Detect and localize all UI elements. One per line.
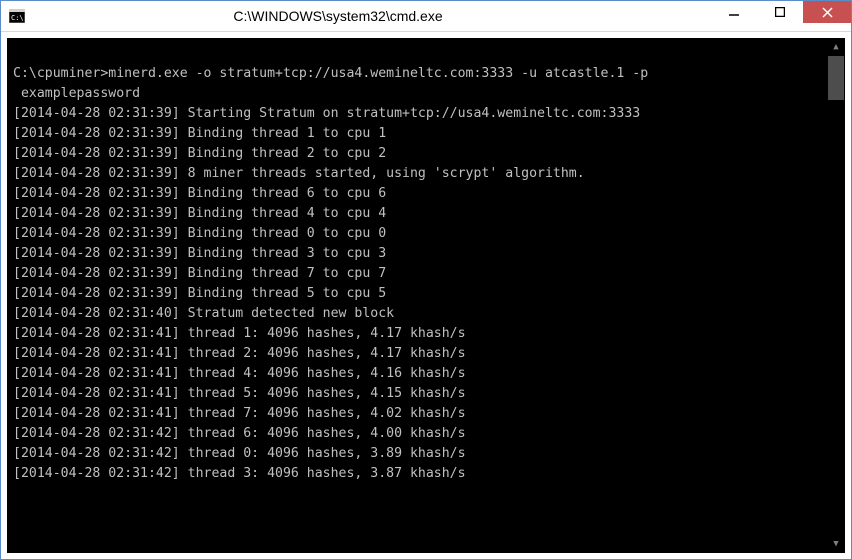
console-line: [2014-04-28 02:31:39] Binding thread 2 t… bbox=[13, 144, 845, 164]
maximize-button[interactable] bbox=[757, 1, 803, 23]
console-line: [2014-04-28 02:31:39] Binding thread 3 t… bbox=[13, 244, 845, 264]
console-line: [2014-04-28 02:31:39] Starting Stratum o… bbox=[13, 104, 845, 124]
window-title: C:\WINDOWS\system32\cmd.exe bbox=[0, 8, 711, 24]
cmd-window: C:\ C:\WINDOWS\system32\cmd.exe C:\cpumi… bbox=[0, 0, 852, 560]
console-line: [2014-04-28 02:31:39] Binding thread 5 t… bbox=[13, 284, 845, 304]
console-line: [2014-04-28 02:31:41] thread 1: 4096 has… bbox=[13, 324, 845, 344]
console-line: [2014-04-28 02:31:39] Binding thread 6 t… bbox=[13, 184, 845, 204]
minimize-button[interactable] bbox=[711, 1, 757, 23]
console-line: C:\cpuminer>minerd.exe -o stratum+tcp://… bbox=[13, 64, 845, 84]
console-line: [2014-04-28 02:31:39] Binding thread 1 t… bbox=[13, 124, 845, 144]
close-button[interactable] bbox=[803, 1, 851, 23]
console-line: [2014-04-28 02:31:39] 8 miner threads st… bbox=[13, 164, 845, 184]
console-line: [2014-04-28 02:31:39] Binding thread 0 t… bbox=[13, 224, 845, 244]
titlebar[interactable]: C:\ C:\WINDOWS\system32\cmd.exe bbox=[1, 1, 851, 32]
scroll-thumb[interactable] bbox=[828, 56, 844, 100]
console-area[interactable]: C:\cpuminer>minerd.exe -o stratum+tcp://… bbox=[1, 32, 851, 559]
console-line: [2014-04-28 02:31:41] thread 5: 4096 has… bbox=[13, 384, 845, 404]
console-line: [2014-04-28 02:31:39] Binding thread 7 t… bbox=[13, 264, 845, 284]
console-line: [2014-04-28 02:31:42] thread 6: 4096 has… bbox=[13, 424, 845, 444]
console-line: [2014-04-28 02:31:41] thread 2: 4096 has… bbox=[13, 344, 845, 364]
window-controls bbox=[711, 1, 851, 31]
console-line: examplepassword bbox=[13, 84, 845, 104]
console-line: [2014-04-28 02:31:40] Stratum detected n… bbox=[13, 304, 845, 324]
console-line: [2014-04-28 02:31:41] thread 4: 4096 has… bbox=[13, 364, 845, 384]
console-line: [2014-04-28 02:31:39] Binding thread 4 t… bbox=[13, 204, 845, 224]
console-line: [2014-04-28 02:31:42] thread 3: 4096 has… bbox=[13, 464, 845, 484]
console-line: [2014-04-28 02:31:41] thread 7: 4096 has… bbox=[13, 404, 845, 424]
scrollbar[interactable]: ▲ ▼ bbox=[827, 38, 845, 553]
scroll-down-icon[interactable]: ▼ bbox=[828, 536, 844, 552]
console-line: [2014-04-28 02:31:42] thread 0: 4096 has… bbox=[13, 444, 845, 464]
scroll-up-icon[interactable]: ▲ bbox=[828, 39, 844, 55]
